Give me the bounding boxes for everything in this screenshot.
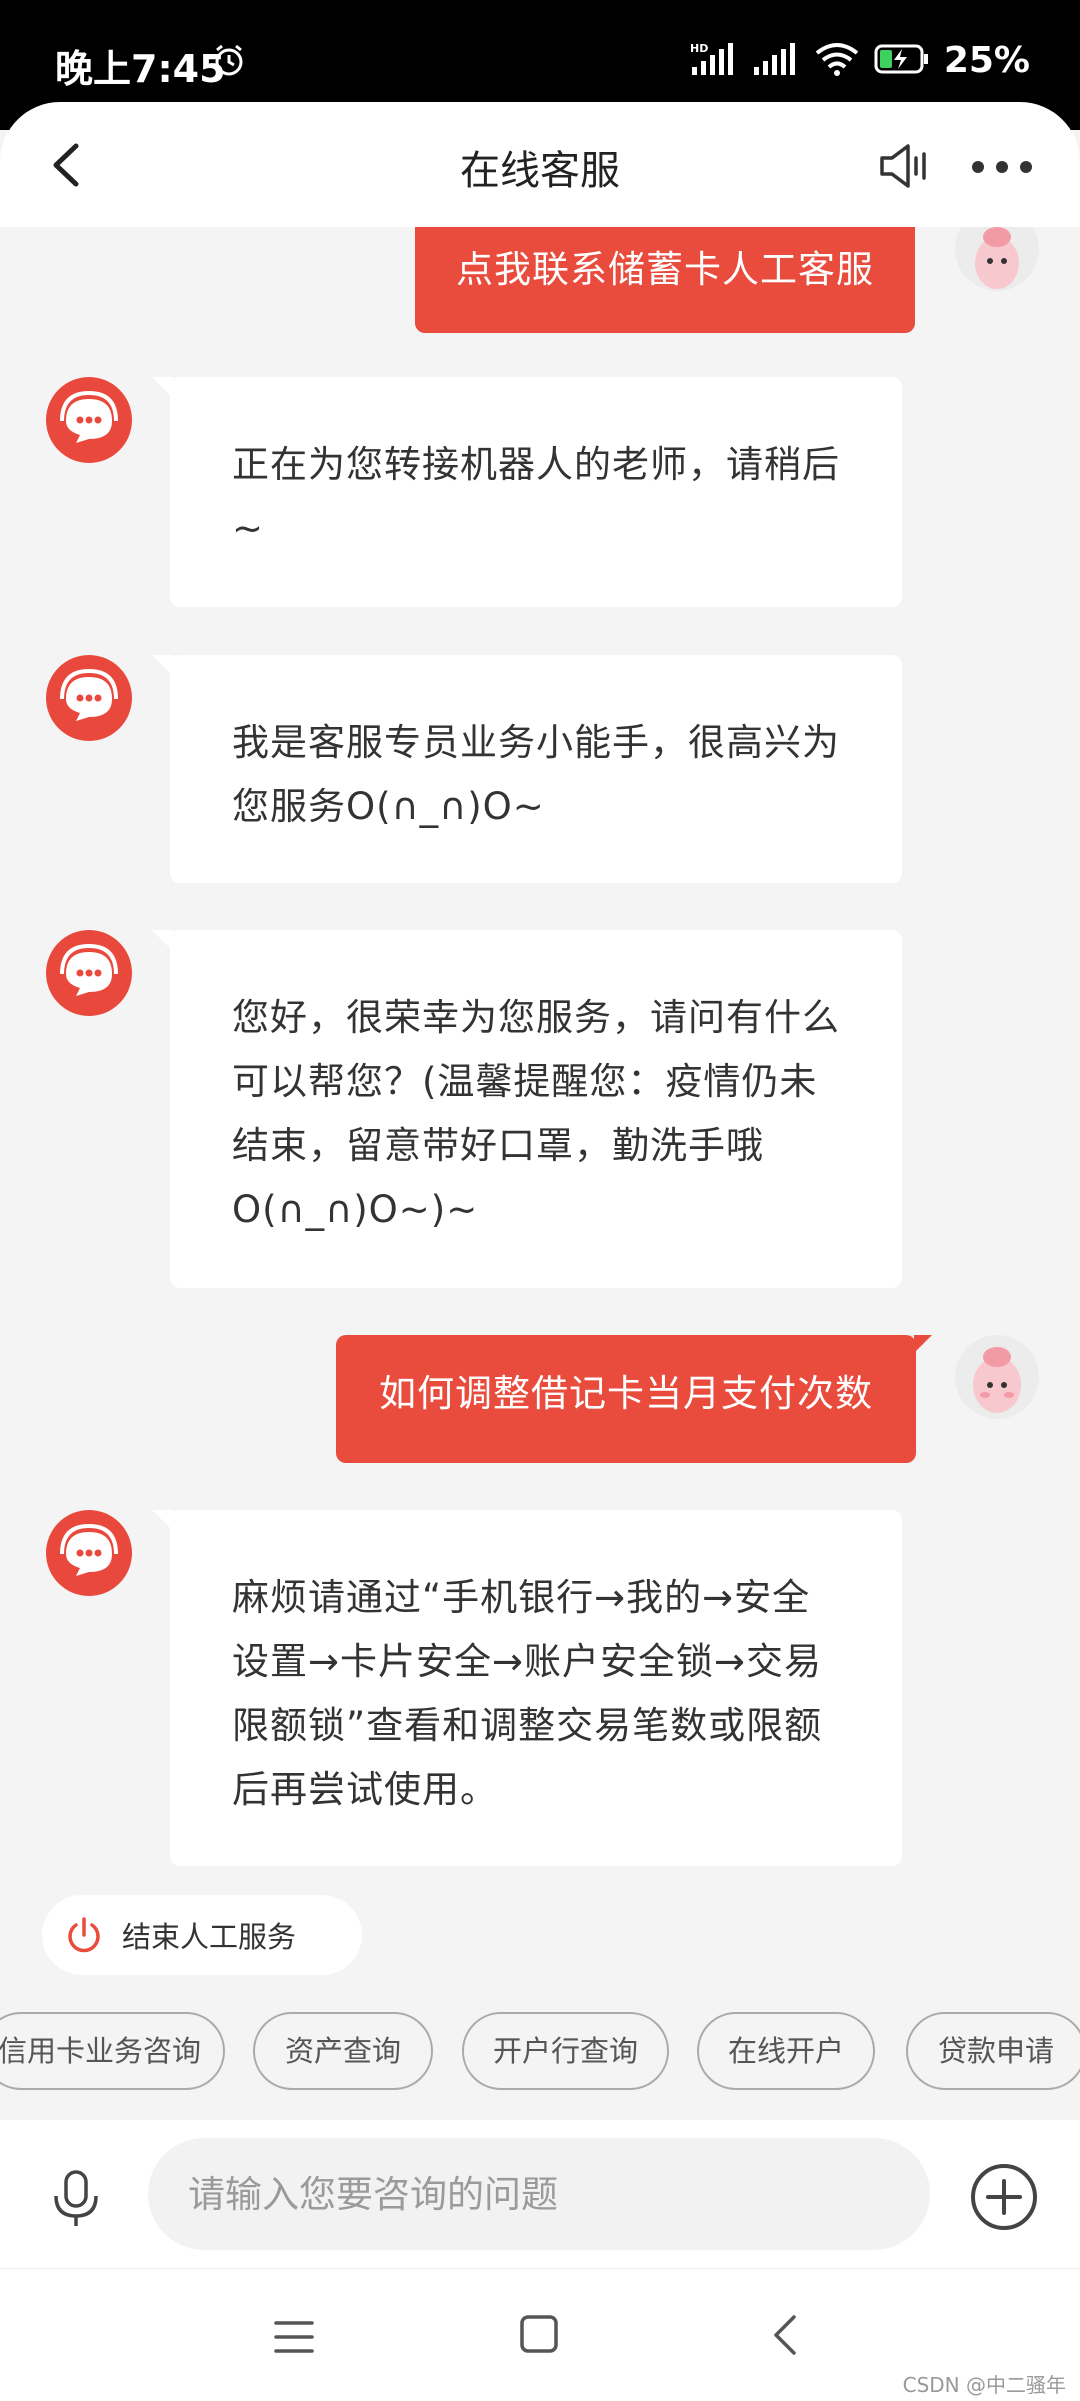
agent-avatar [46, 655, 132, 741]
chat-bubble-icon [60, 668, 118, 721]
agent-message: 您好，很荣幸为您服务，请问有什么可以帮您？(温馨提醒您：疫情仍未结束，留意带好口… [152, 930, 902, 1288]
speaker-icon [880, 144, 926, 188]
hd-label: HD [690, 42, 708, 55]
more-button[interactable] [970, 156, 1034, 178]
message-text: 麻烦请通过“手机银行→我的→安全设置→卡片安全→账户安全锁→交易限额锁”查看和调… [232, 1576, 823, 1811]
quick-reply-credit-card[interactable]: 信用卡业务咨询 [0, 2012, 225, 2090]
speaker-button[interactable] [878, 140, 934, 192]
home-icon [520, 2315, 558, 2353]
nav-menu-button[interactable] [272, 2317, 316, 2357]
quick-reply-bar[interactable]: 信用卡业务咨询 资产查询 开户行查询 在线开户 贷款申请 [0, 2012, 1080, 2094]
user-avatar [955, 227, 1039, 291]
menu-icon [274, 2321, 314, 2353]
agent-message: 正在为您转接机器人的老师，请稍后~ [152, 377, 902, 607]
message-input[interactable] [148, 2138, 930, 2250]
wifi-icon [814, 41, 860, 81]
power-icon [68, 1917, 100, 1953]
plus-icon [971, 2164, 1037, 2230]
alarm-icon [212, 44, 246, 82]
top-app-bar: 在线客服 [0, 102, 1080, 227]
chat-area[interactable]: 点我联系储蓄卡人工客服 正在为您转接机器人的老师，请稍后~ 我是客服专员业务小能… [0, 227, 1080, 2122]
input-bar [0, 2120, 1080, 2268]
chat-bubble-icon [60, 943, 118, 996]
agent-avatar [46, 377, 132, 463]
watermark: CSDN @中二骚年 [902, 2373, 1066, 2397]
nav-back-icon [774, 2315, 796, 2355]
message-text: 您好，很荣幸为您服务，请问有什么可以帮您？(温馨提醒您：疫情仍未结束，留意带好口… [232, 996, 840, 1231]
user-avatar [955, 1335, 1039, 1419]
message-text: 正在为您转接机器人的老师，请稍后~ [232, 443, 840, 550]
agent-avatar [46, 1510, 132, 1596]
signal-icon [752, 41, 800, 81]
quick-reply-branch[interactable]: 开户行查询 [462, 2012, 669, 2090]
signal-hd-icon: HD [690, 41, 738, 81]
user-message: 点我联系储蓄卡人工客服 [415, 227, 915, 333]
microphone-icon [54, 2170, 98, 2226]
battery-icon [874, 43, 930, 79]
battery-percent: 25% [943, 40, 1030, 81]
end-service-label: 结束人工服务 [122, 1920, 297, 1954]
message-text: 点我联系储蓄卡人工客服 [456, 248, 874, 291]
system-nav-bar: CSDN @中二骚年 [0, 2268, 1080, 2401]
user-message: 如何调整借记卡当月支付次数 [336, 1335, 932, 1463]
nav-back-button[interactable] [770, 2313, 800, 2357]
status-time: 晚上7:45 [55, 47, 226, 91]
add-button[interactable] [969, 2162, 1039, 2232]
chat-bubble-icon [60, 390, 118, 443]
more-icon [972, 161, 1032, 173]
agent-message: 我是客服专员业务小能手，很高兴为您服务O(∩_∩)O~ [152, 655, 902, 883]
agent-message: 麻烦请通过“手机银行→我的→安全设置→卡片安全→账户安全锁→交易限额锁”查看和调… [152, 1510, 902, 1866]
agent-avatar [46, 930, 132, 1016]
voice-button[interactable] [46, 2166, 106, 2230]
quick-reply-loan[interactable]: 贷款申请 [906, 2012, 1080, 2090]
quick-reply-open-account[interactable]: 在线开户 [697, 2012, 875, 2090]
nav-home-button[interactable] [518, 2313, 560, 2355]
end-service-button[interactable]: 结束人工服务 [42, 1895, 362, 1975]
chat-bubble-icon [60, 1523, 118, 1576]
message-text: 我是客服专员业务小能手，很高兴为您服务O(∩_∩)O~ [232, 721, 840, 828]
quick-reply-assets[interactable]: 资产查询 [253, 2012, 433, 2090]
message-text: 如何调整借记卡当月支付次数 [379, 1372, 873, 1415]
